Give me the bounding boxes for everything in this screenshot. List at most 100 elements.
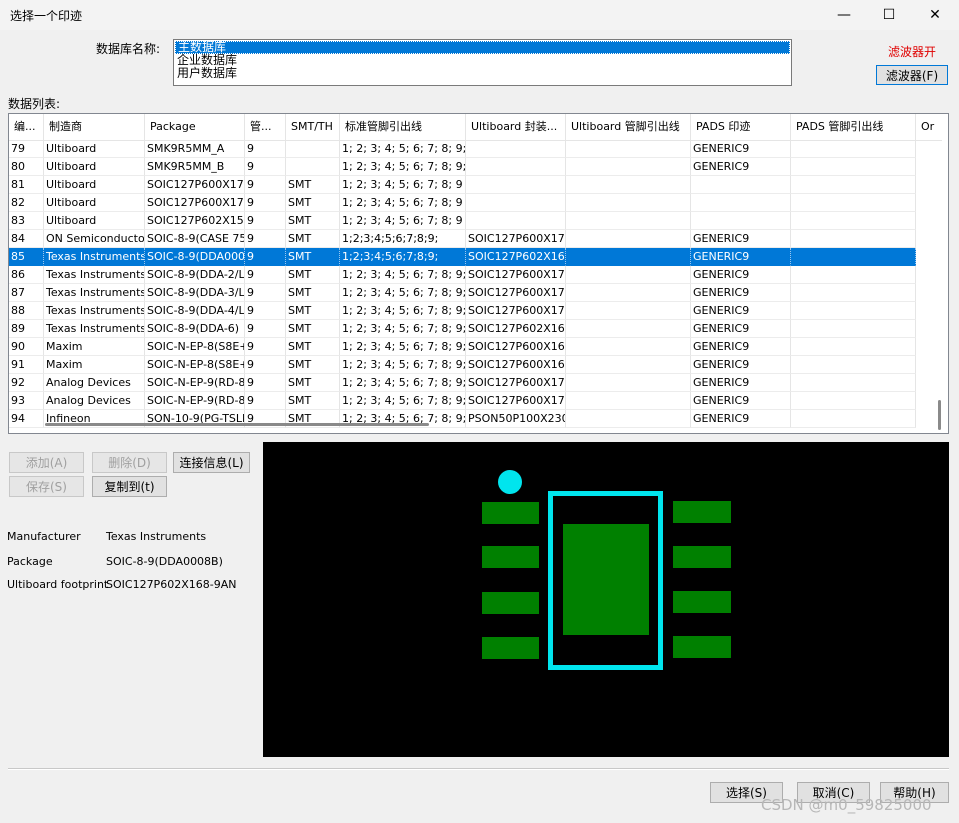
horizontal-scroll-thumb[interactable] — [45, 423, 429, 426]
grid-header: 编... 制造商 Package 管... SMT/TH 标准管脚引出线 Ult… — [9, 114, 942, 141]
cell-manufacturer: Ultiboard — [44, 158, 145, 176]
cell-package: SOIC-8-9(DDA-6) — [145, 320, 245, 338]
cell-ultiboard-pinout — [566, 212, 691, 230]
cell-number: 89 — [9, 320, 44, 338]
pad-1 — [482, 502, 539, 524]
cell-smt-th: SMT — [286, 266, 340, 284]
cell-std-pinout: 1; 2; 3; 4; 5; 6; 7; 8; 9; — [340, 392, 466, 410]
vertical-scrollbar[interactable] — [938, 140, 948, 420]
cell-ultiboard-pinout — [566, 158, 691, 176]
cell-ultiboard-package: SOIC127P602X168- — [466, 320, 566, 338]
cell-package: SOIC-8-9(DDA-4/L) — [145, 302, 245, 320]
cell-ultiboard-pinout — [566, 302, 691, 320]
column-header-smt-th[interactable]: SMT/TH — [286, 114, 340, 140]
database-name-label: 数据库名称: — [96, 42, 161, 56]
table-row[interactable]: 79 Ultiboard SMK9R5MM_A 9 1; 2; 3; 4; 5; 6; … — [9, 140, 916, 158]
cell-number: 90 — [9, 338, 44, 356]
pad-5 — [673, 636, 731, 658]
cell-ultiboard-pinout — [566, 284, 691, 302]
cell-ultiboard-package: SOIC127P600X168- — [466, 356, 566, 374]
table-row[interactable]: 88 Texas Instruments SOIC-8-9(DDA-4/L) 9 SMT… — [9, 302, 916, 320]
column-header-or[interactable]: Or — [916, 114, 942, 140]
table-row[interactable]: 92 Analog Devices SOIC-N-EP-9(RD-8- 9 SMT 1; … — [9, 374, 916, 392]
cell-pads-pinout — [791, 302, 916, 320]
table-row[interactable]: 87 Texas Instruments SOIC-8-9(DDA-3/L) 9 SMT… — [9, 284, 916, 302]
cell-ultiboard-package — [466, 176, 566, 194]
pad-6 — [673, 591, 731, 613]
column-header-number[interactable]: 编... — [9, 114, 44, 140]
pad-4 — [482, 637, 539, 659]
column-header-pads-pinout[interactable]: PADS 管脚引出线 — [791, 114, 916, 140]
cell-smt-th: SMT — [286, 356, 340, 374]
copy-to-button[interactable]: 复制到(t) — [92, 476, 167, 497]
cell-pads-footprint: GENERIC9 — [691, 230, 791, 248]
cell-ultiboard-package: SOIC127P602X168- — [466, 248, 566, 266]
cell-manufacturer: Maxim — [44, 338, 145, 356]
delete-button[interactable]: 删除(D) — [92, 452, 167, 473]
table-row[interactable]: 80 Ultiboard SMK9R5MM_B 9 1; 2; 3; 4; 5; 6; … — [9, 158, 916, 176]
column-header-pins[interactable]: 管... — [245, 114, 286, 140]
pad-3 — [482, 592, 539, 614]
table-row[interactable]: 84 ON Semiconductor SOIC-8-9(CASE 751 9 SMT 1… — [9, 230, 916, 248]
table-row[interactable]: 90 Maxim SOIC-N-EP-8(S8E+1 9 SMT 1; 2; 3; 4; … — [9, 338, 916, 356]
column-header-pads-footprint[interactable]: PADS 印迹 — [691, 114, 791, 140]
cell-package: SMK9R5MM_B — [145, 158, 245, 176]
cell-pins: 9 — [245, 338, 286, 356]
cell-number: 91 — [9, 356, 44, 374]
table-row[interactable]: 81 Ultiboard SOIC127P600X175- 9 SMT 1; 2; 3; … — [9, 176, 916, 194]
cell-pads-footprint: GENERIC9 — [691, 356, 791, 374]
data-list-label: 数据列表: — [8, 97, 61, 111]
column-header-package[interactable]: Package — [145, 114, 245, 140]
database-option-corporate[interactable]: 企业数据库 — [174, 54, 791, 67]
column-header-ultiboard-pinout[interactable]: Ultiboard 管脚引出线 — [566, 114, 691, 140]
cell-ultiboard-package: PSON50P100X230X — [466, 410, 566, 428]
cell-ultiboard-package: SOIC127P600X168- — [466, 338, 566, 356]
maximize-icon[interactable]: ☐ — [866, 0, 912, 30]
database-listbox[interactable]: 主数据库 企业数据库 用户数据库 — [173, 39, 792, 86]
ultiboard-footprint-label: Ultiboard footprint — [7, 578, 109, 591]
vertical-scroll-thumb[interactable] — [938, 400, 941, 430]
watermark: CSDN @m0_59825000 — [761, 796, 932, 814]
cell-manufacturer: Maxim — [44, 356, 145, 374]
database-option-main[interactable]: 主数据库 — [175, 41, 790, 54]
cell-std-pinout: 1; 2; 3; 4; 5; 6; 7; 8; 9; — [340, 338, 466, 356]
cell-pads-pinout — [791, 284, 916, 302]
title-bar: 选择一个印迹 — ☐ ✕ — [0, 0, 959, 30]
cell-pads-pinout — [791, 194, 916, 212]
table-row[interactable]: 85 Texas Instruments SOIC-8-9(DDA0008 9 SMT 1… — [9, 248, 916, 266]
database-option-user[interactable]: 用户数据库 — [174, 67, 791, 80]
cell-pads-pinout — [791, 140, 916, 158]
cell-package: SOIC-N-EP-8(S8E+1 — [145, 356, 245, 374]
table-row[interactable]: 82 Ultiboard SOIC127P600X175- 9 SMT 1; 2; 3; … — [9, 194, 916, 212]
cell-number: 88 — [9, 302, 44, 320]
cell-ultiboard-pinout — [566, 140, 691, 158]
table-row[interactable]: 93 Analog Devices SOIC-N-EP-9(RD-8- 9 SMT 1; … — [9, 392, 916, 410]
cell-pads-pinout — [791, 212, 916, 230]
close-icon[interactable]: ✕ — [912, 0, 958, 30]
connection-info-button[interactable]: 连接信息(L) — [173, 452, 250, 473]
filter-button[interactable]: 滤波器(F) — [876, 65, 948, 85]
add-button[interactable]: 添加(A) — [9, 452, 84, 473]
column-header-manufacturer[interactable]: 制造商 — [44, 114, 145, 140]
footer-separator — [8, 768, 949, 770]
cell-smt-th: SMT — [286, 392, 340, 410]
cell-pins: 9 — [245, 356, 286, 374]
table-row[interactable]: 91 Maxim SOIC-N-EP-8(S8E+1 9 SMT 1; 2; 3; 4; … — [9, 356, 916, 374]
cell-number: 93 — [9, 392, 44, 410]
minimize-icon[interactable]: — — [821, 0, 867, 30]
cell-pins: 9 — [245, 158, 286, 176]
table-row[interactable]: 89 Texas Instruments SOIC-8-9(DDA-6) 9 SMT 1;… — [9, 320, 916, 338]
cell-pads-footprint: GENERIC9 — [691, 338, 791, 356]
cell-pads-footprint: GENERIC9 — [691, 140, 791, 158]
cell-smt-th — [286, 140, 340, 158]
save-button[interactable]: 保存(S) — [9, 476, 84, 497]
cell-std-pinout: 1; 2; 3; 4; 5; 6; 7; 8; 9; — [340, 374, 466, 392]
cell-pins: 9 — [245, 212, 286, 230]
column-header-ultiboard-package[interactable]: Ultiboard 封装... — [466, 114, 566, 140]
data-list-grid[interactable]: 编... 制造商 Package 管... SMT/TH 标准管脚引出线 Ult… — [8, 113, 949, 434]
table-row[interactable]: 83 Ultiboard SOIC127P602X155- 9 SMT 1; 2; 3; … — [9, 212, 916, 230]
cell-ultiboard-package: SOIC127P600X175- — [466, 230, 566, 248]
table-row[interactable]: 86 Texas Instruments SOIC-8-9(DDA-2/L) 9 SMT… — [9, 266, 916, 284]
column-header-std-pinout[interactable]: 标准管脚引出线 — [340, 114, 466, 140]
manufacturer-label: Manufacturer — [7, 530, 81, 543]
